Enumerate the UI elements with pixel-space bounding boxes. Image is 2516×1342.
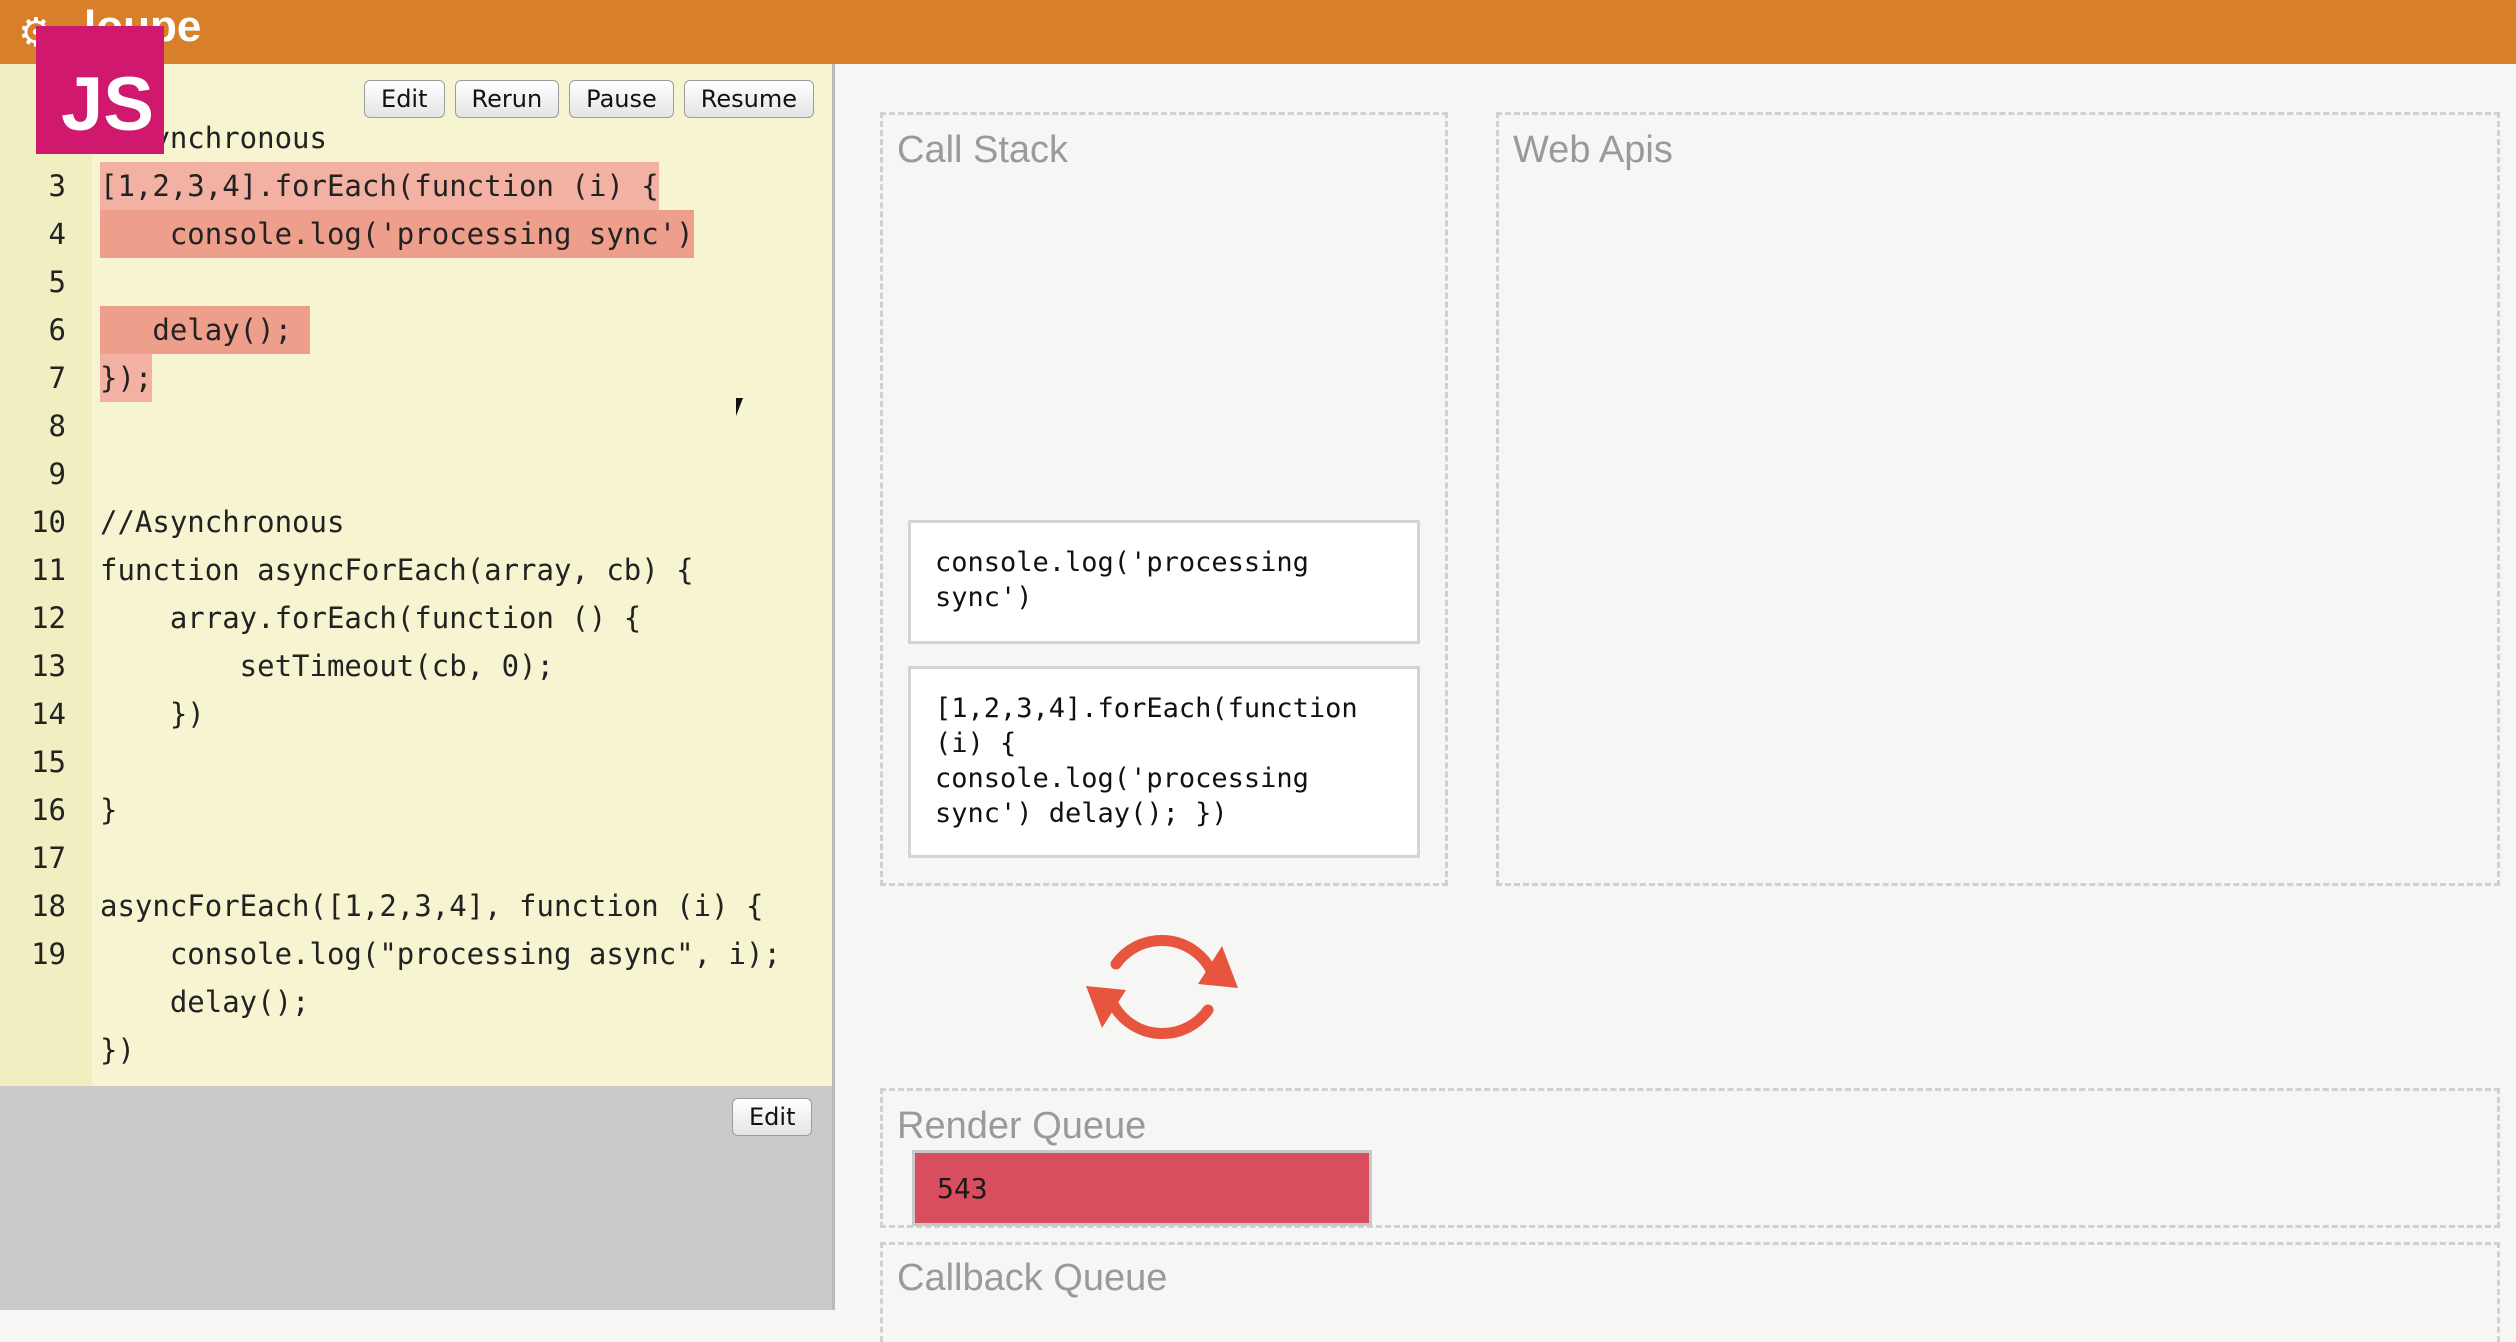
console-toolbar: Edit — [732, 1098, 813, 1136]
code-line: 12 array.forEach(function () { — [0, 594, 832, 642]
js-badge: JS — [36, 26, 164, 154]
code-line: 4 console.log('processing sync') — [0, 210, 832, 258]
line-number: 4 — [48, 217, 66, 251]
code-line: 6 delay(); — [0, 306, 832, 354]
edit-button[interactable]: Edit — [364, 80, 445, 118]
line-number: 10 — [31, 505, 66, 539]
code-line: 13 setTimeout(cb, 0); — [0, 642, 832, 690]
line-number: 8 — [48, 409, 66, 443]
line-number: 14 — [31, 697, 66, 731]
editor-panel: Edit Rerun Pause Resume //Synchronous 3 … — [0, 64, 835, 1310]
code-text: } — [100, 793, 118, 827]
code-text: delay(); — [100, 985, 310, 1019]
code-text: }) — [100, 697, 205, 731]
code-line: 7 }); — [0, 354, 832, 402]
code-line: 5 — [0, 258, 832, 306]
code-line: 11 function asyncForEach(array, cb) { — [0, 546, 832, 594]
line-number: 19 — [31, 937, 66, 971]
web-apis-region: Web Apis — [1496, 112, 2500, 886]
code-text: console.log("processing async", i); — [100, 937, 781, 971]
line-number: 12 — [31, 601, 66, 635]
code-editor[interactable]: Edit Rerun Pause Resume //Synchronous 3 … — [0, 64, 832, 1086]
code-line: 9 — [0, 450, 832, 498]
line-number: 7 — [48, 361, 66, 395]
line-number: 15 — [31, 745, 66, 779]
code-text: asyncForEach([1,2,3,4], function (i) { — [100, 889, 764, 923]
pause-button[interactable]: Pause — [569, 80, 674, 118]
code-line: 10 //Asynchronous — [0, 498, 832, 546]
code-text: setTimeout(cb, 0); — [100, 649, 554, 683]
app-header: ⚙ loupe — [0, 0, 2516, 64]
code-text-highlighted: }); — [100, 354, 153, 402]
code-line: 14 }) — [0, 690, 832, 738]
mouse-cursor-icon — [736, 398, 750, 416]
call-stack-title: Call Stack — [897, 129, 1069, 171]
code-text: function asyncForEach(array, cb) { — [100, 553, 694, 587]
code-line: 16 } — [0, 786, 832, 834]
line-number: 3 — [48, 169, 66, 203]
code-text: array.forEach(function () { — [100, 601, 642, 635]
callback-queue-title: Callback Queue — [897, 1257, 1168, 1299]
call-stack-frame: console.log('processing sync') — [908, 520, 1420, 644]
call-stack-frame: [1,2,3,4].forEach(function (i) { console… — [908, 666, 1420, 858]
code-line: 8 — [0, 402, 832, 450]
web-apis-title: Web Apis — [1513, 129, 1673, 171]
code-line: 18 asyncForEach([1,2,3,4], function (i) … — [0, 882, 832, 930]
code-line: }) — [0, 1026, 832, 1074]
rerun-button[interactable]: Rerun — [454, 80, 560, 118]
render-queue-title: Render Queue — [897, 1105, 1147, 1147]
code-line: delay(); — [0, 978, 832, 1026]
editor-toolbar: Edit Rerun Pause Resume — [364, 80, 814, 118]
console-edit-button[interactable]: Edit — [732, 1098, 813, 1136]
code-text: //Asynchronous — [100, 505, 345, 539]
resume-button[interactable]: Resume — [683, 80, 814, 118]
line-number: 17 — [31, 841, 66, 875]
line-number: 11 — [31, 553, 66, 587]
line-number: 6 — [48, 313, 66, 347]
line-number: 9 — [48, 457, 66, 491]
code-text-highlighted: [1,2,3,4].forEach(function (i) { — [100, 162, 659, 210]
code-text: }) — [100, 1033, 135, 1067]
render-queue-item: 543 — [912, 1150, 1372, 1226]
code-line: 15 — [0, 738, 832, 786]
line-number: 5 — [48, 265, 66, 299]
code-line: 3 [1,2,3,4].forEach(function (i) { — [0, 162, 832, 210]
event-loop-icon — [1086, 934, 1238, 1040]
code-line: 19 console.log("processing async", i); — [0, 930, 832, 978]
callback-queue-region: Callback Queue — [880, 1242, 2500, 1342]
code-text-highlighted: delay(); — [100, 306, 311, 354]
line-number: 13 — [31, 649, 66, 683]
code-text-highlighted: console.log('processing sync') — [100, 210, 694, 258]
line-number: 18 — [31, 889, 66, 923]
code-line: 17 — [0, 834, 832, 882]
line-number: 16 — [31, 793, 66, 827]
